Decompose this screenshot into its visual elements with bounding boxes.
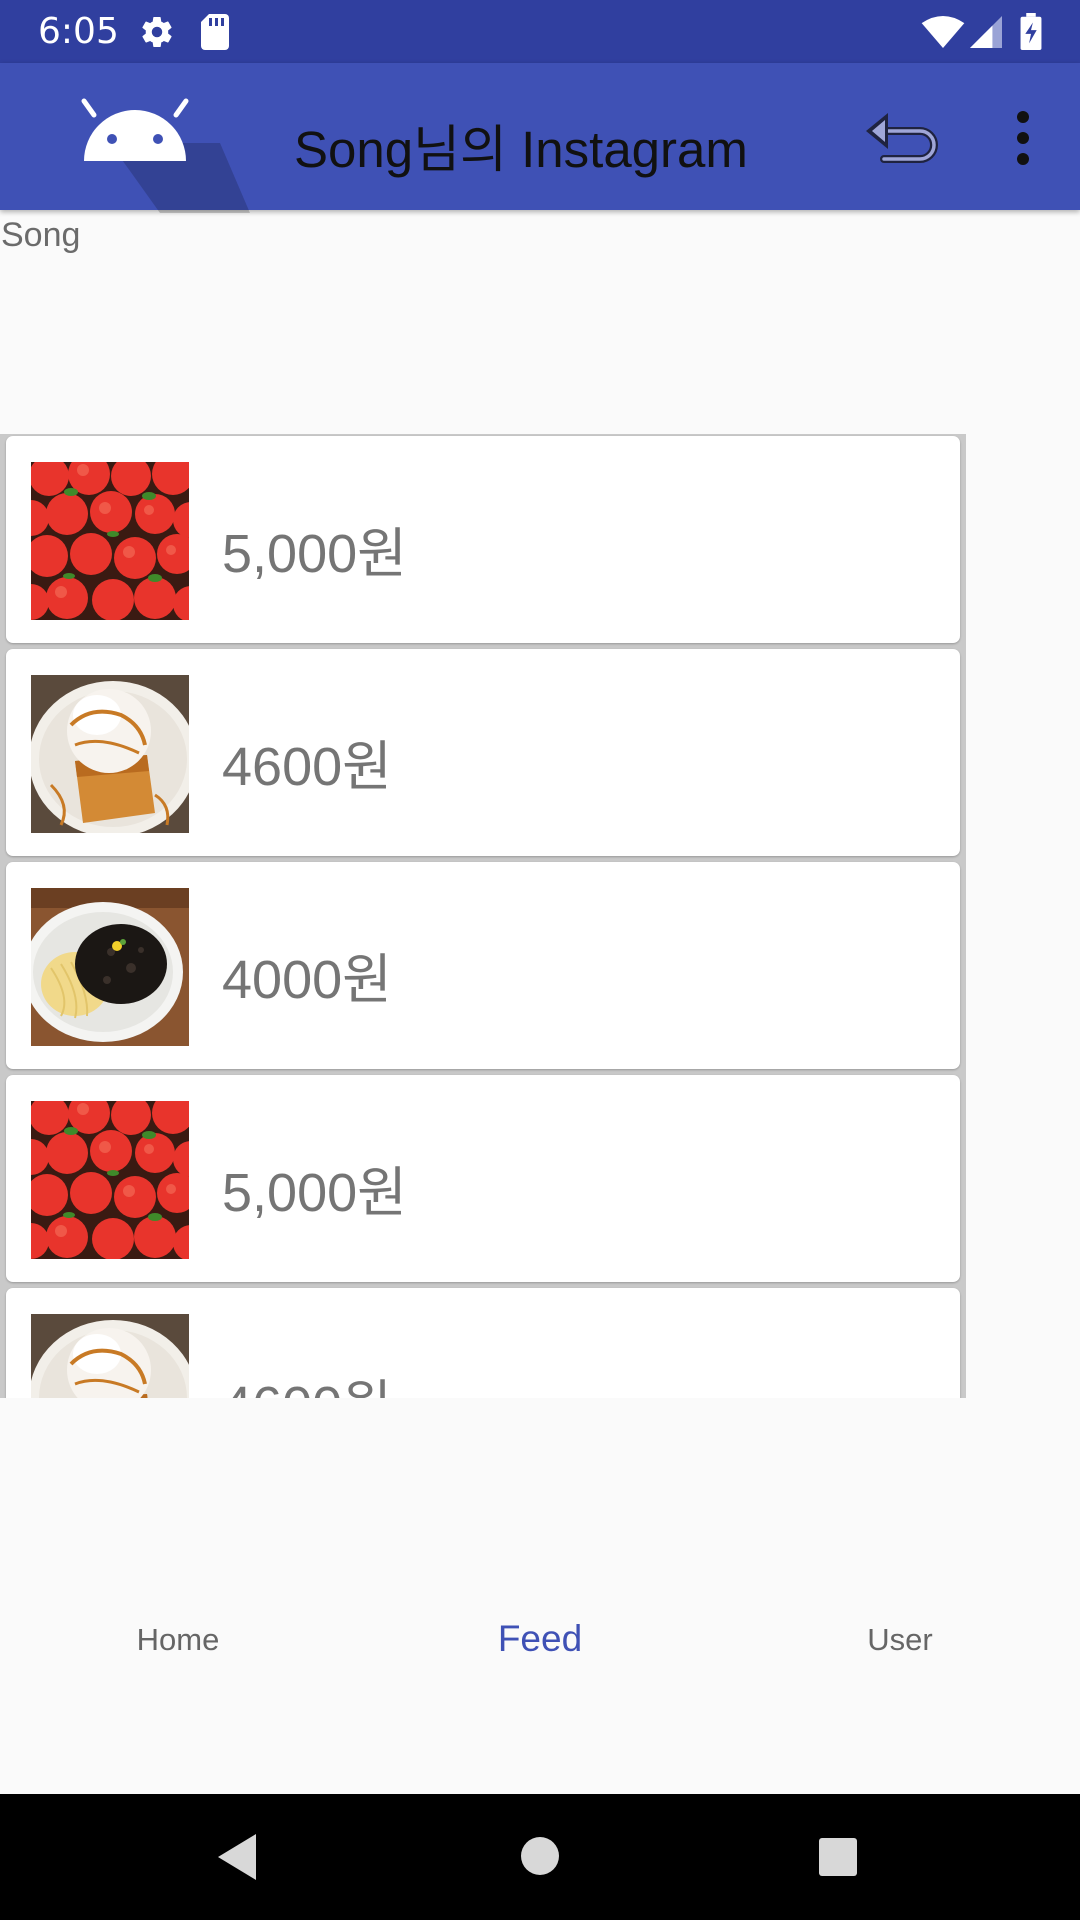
signal-icon (970, 16, 1002, 48)
nav-item-user[interactable]: User (750, 1622, 1050, 1658)
nav-item-feed[interactable]: Feed (390, 1618, 690, 1660)
feed-item-price: 4000원 (222, 950, 392, 1010)
feed-item[interactable]: 4000원 (6, 862, 960, 1069)
android-logo-icon (81, 98, 250, 213)
strawberries-photo (31, 1101, 189, 1259)
honey-toast-photo (31, 1314, 189, 1398)
bottom-navigation: Home Feed User (0, 1560, 1080, 1720)
feed-list[interactable]: 5,000원 4600원 4000원 5,000원 4600원 (0, 434, 966, 1398)
battery-icon (1020, 13, 1042, 51)
status-bar: 6:05 (0, 0, 1080, 63)
home-icon[interactable] (520, 1836, 560, 1876)
feed-item[interactable]: 4600원 (6, 1288, 960, 1398)
feed-item[interactable]: 5,000원 (6, 436, 960, 643)
system-navigation-bar (0, 1794, 1080, 1920)
honey-toast-photo (31, 675, 189, 833)
overflow-menu-icon[interactable] (998, 103, 1048, 173)
feed-item[interactable]: 5,000원 (6, 1075, 960, 1282)
feed-item-price: 4600원 (222, 737, 392, 797)
profile-name: Song (1, 216, 81, 254)
jajangmyeon-photo (31, 888, 189, 1046)
feed-item[interactable]: 4600원 (6, 649, 960, 856)
status-time: 6:05 (38, 11, 119, 52)
feed-item-price: 5,000원 (222, 524, 407, 584)
strawberries-photo (31, 462, 189, 620)
undo-icon[interactable] (862, 103, 942, 173)
back-icon[interactable] (216, 1832, 260, 1882)
feed-item-price: 4600원 (222, 1361, 392, 1398)
toolbar-title: Song님의 Instagram (294, 121, 748, 178)
wifi-icon (921, 16, 965, 48)
nav-item-home[interactable]: Home (28, 1622, 328, 1658)
app-toolbar: Song님의 Instagram (0, 63, 1080, 213)
recents-icon[interactable] (818, 1837, 858, 1877)
gear-icon (142, 17, 172, 48)
feed-item-price: 5,000원 (222, 1163, 407, 1223)
sd-card-icon (201, 14, 229, 50)
